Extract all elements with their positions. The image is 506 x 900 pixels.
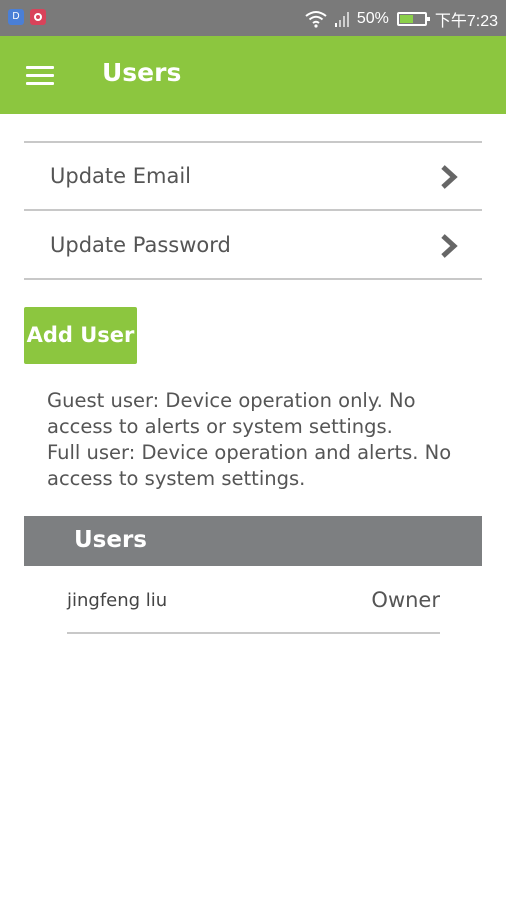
users-section-title: Users — [74, 527, 147, 553]
add-user-button[interactable]: Add User — [24, 307, 137, 364]
notification-record-icon — [30, 9, 46, 25]
user-list-item[interactable]: jingfeng liu Owner — [67, 580, 440, 634]
app-bar: Users — [0, 36, 506, 114]
divider — [24, 278, 482, 280]
status-time: 下午7:23 — [434, 13, 498, 30]
battery-icon — [396, 12, 430, 26]
user-roles-help-text: Guest user: Device operation only. No ac… — [47, 388, 467, 492]
user-role: Owner — [371, 588, 440, 612]
signal-icon — [334, 11, 349, 27]
page-title: Users — [102, 58, 182, 87]
battery-percent: 50% — [356, 10, 389, 27]
notification-app-icon: D — [8, 9, 24, 25]
divider — [24, 209, 482, 211]
status-notifications: D — [8, 9, 46, 25]
chevron-right-icon — [441, 165, 458, 189]
update-email-row[interactable]: Update Email — [24, 143, 482, 209]
full-user-description: Full user: Device operation and alerts. … — [47, 441, 452, 490]
guest-user-description: Guest user: Device operation only. No ac… — [47, 389, 416, 438]
update-password-label: Update Password — [50, 233, 231, 257]
user-name: jingfeng liu — [67, 590, 168, 611]
wifi-icon — [305, 10, 327, 28]
hamburger-menu-icon[interactable] — [26, 66, 54, 86]
update-password-row[interactable]: Update Password — [24, 212, 482, 278]
status-bar: D 50% 下午7:23 — [0, 0, 506, 36]
divider — [67, 632, 440, 634]
chevron-right-icon — [441, 234, 458, 258]
users-section-header: Users — [24, 516, 482, 566]
update-email-label: Update Email — [50, 164, 191, 188]
status-indicators: 50% 下午7:23 — [305, 7, 498, 31]
